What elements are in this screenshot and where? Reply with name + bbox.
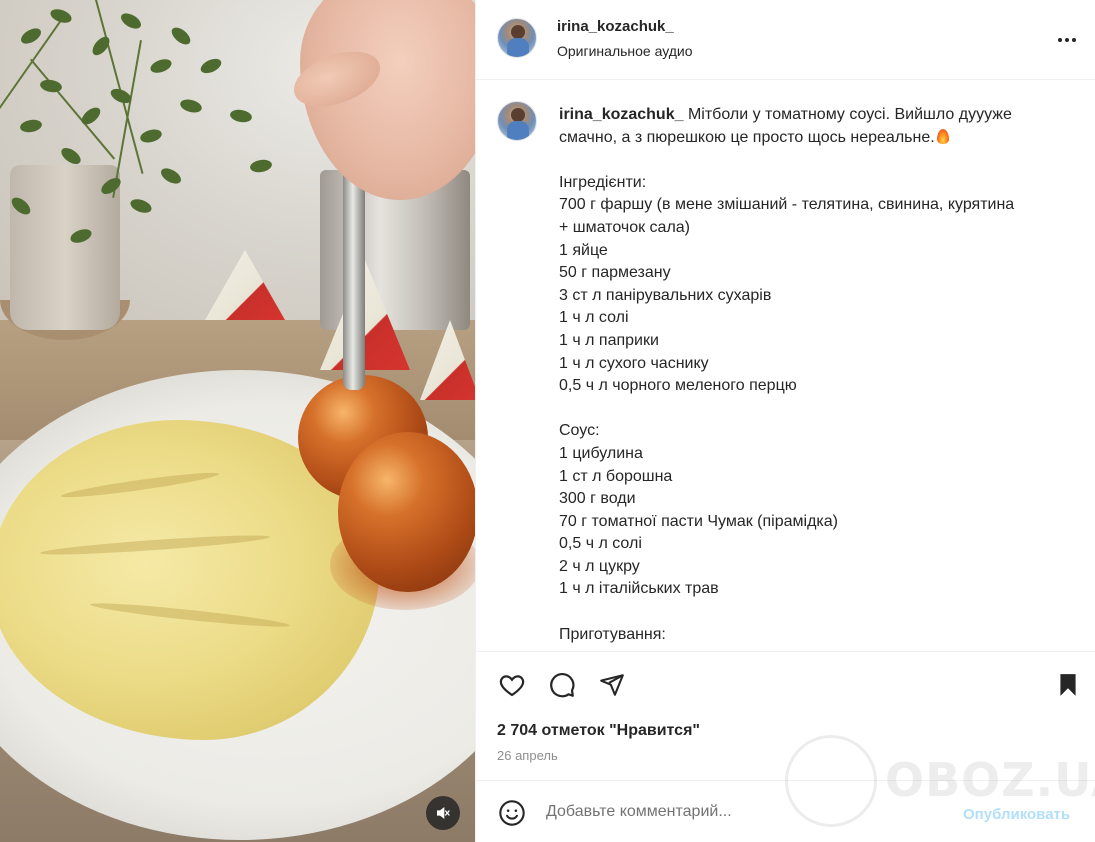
comment-bar: Опубликовать xyxy=(476,781,1095,842)
caption-line: 1 ч л сухого часнику xyxy=(559,354,709,372)
header-username[interactable]: irina_kozachuk_ xyxy=(557,18,674,35)
likes-count[interactable]: 2 704 отметок "Нравится" xyxy=(497,722,700,740)
caption-line: Приготування: xyxy=(559,625,666,643)
caption-line: 3 ст л панірувальних сухарів xyxy=(559,286,772,304)
meatball xyxy=(338,432,475,592)
caption-line: 1 ч л італійських трав xyxy=(559,580,719,598)
post-header: irina_kozachuk_ Оригинальное аудио xyxy=(476,0,1095,80)
heart-icon xyxy=(499,675,525,697)
caption-line: 0,5 ч л чорного меленого перцю xyxy=(559,377,797,395)
caption-line: 1 цибулина xyxy=(559,444,643,462)
caption-line: + шматочок сала) xyxy=(559,218,691,236)
caption-line: 300 г води xyxy=(559,490,636,508)
caption-line xyxy=(559,601,1059,624)
more-icon xyxy=(1058,38,1062,42)
bookmark-icon xyxy=(1060,674,1076,696)
caption-line: 2 ч л цукру xyxy=(559,557,640,575)
post-panel: irina_kozachuk_ Оригинальное аудио irina… xyxy=(475,0,1095,842)
publish-button[interactable]: Опубликовать xyxy=(963,806,1070,823)
fire-emoji-icon xyxy=(936,128,949,144)
caption-username[interactable]: irina_kozachuk_ xyxy=(559,106,684,123)
comment-input[interactable] xyxy=(546,803,946,821)
emoji-button[interactable] xyxy=(496,797,528,829)
caption-line: 1 яйце xyxy=(559,241,608,259)
comment-button[interactable] xyxy=(546,669,578,701)
comment-icon xyxy=(550,673,575,698)
post-actions: 2 704 отметок "Нравится" 26 апрель xyxy=(476,651,1095,781)
emoji-icon xyxy=(499,800,525,826)
caption-line: 1 ч л солі xyxy=(559,309,629,327)
audio-label[interactable]: Оригинальное аудио xyxy=(557,43,693,59)
caption-area: irina_kozachuk_ Мітболи у томатному соус… xyxy=(476,81,1095,651)
caption-line: 70 г томатної пасти Чумак (пірамідка) xyxy=(559,512,838,530)
like-button[interactable] xyxy=(496,669,528,701)
caption-line: Соус: xyxy=(559,422,600,440)
caption-line xyxy=(559,149,1059,172)
caption-line: 0,5 ч л солі xyxy=(559,535,642,553)
caption-avatar[interactable] xyxy=(497,101,537,141)
caption-lines: Інгредієнти: 700 г фаршу (в мене змішаний… xyxy=(559,149,1059,646)
caption-line xyxy=(559,398,1059,421)
mute-button[interactable] xyxy=(426,796,460,830)
save-button[interactable] xyxy=(1052,669,1084,701)
share-button[interactable] xyxy=(596,669,628,701)
avatar[interactable] xyxy=(497,18,537,58)
caption-line: Інгредієнти: xyxy=(559,173,647,191)
caption-line: 1 ч л паприки xyxy=(559,331,659,349)
caption-line: 700 г фаршу (в мене змішаний - телятина,… xyxy=(559,196,1015,214)
post-media[interactable] xyxy=(0,0,475,842)
more-options-button[interactable] xyxy=(1054,28,1080,52)
post-date[interactable]: 26 апрель xyxy=(497,748,558,763)
caption-line: 50 г пармезану xyxy=(559,264,671,282)
caption-line: 1 ст л борошна xyxy=(559,467,673,485)
muted-speaker-icon xyxy=(437,806,450,820)
share-icon xyxy=(600,674,624,696)
caption: irina_kozachuk_ Мітболи у томатному соус… xyxy=(559,104,1059,646)
